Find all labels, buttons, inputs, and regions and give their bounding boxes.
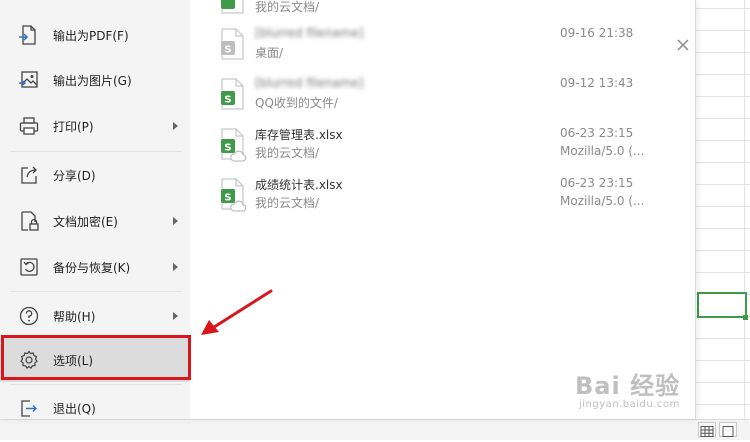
recent-file-row[interactable]: S [blurred filename] QQ收到的文件/ 09-12 13:4…: [213, 74, 673, 118]
menu-item-backup-restore[interactable]: 备份与恢复(K): [0, 245, 190, 289]
recent-file-row[interactable]: S 成绩统计表.xlsx 我的云文档/ 06-23 23:15 Mozilla/…: [213, 174, 673, 218]
svg-text:S: S: [224, 45, 231, 56]
recent-file-path: 我的云文档/: [255, 196, 320, 210]
menu-item-label: 帮助(H): [53, 309, 96, 324]
backup-restore-icon: [20, 258, 38, 276]
normal-view-button[interactable]: [698, 422, 716, 437]
menu-item-export-image[interactable]: 输出为图片(G): [0, 58, 190, 102]
watermark-text: Bai 经验: [575, 372, 681, 400]
menu-item-label: 备份与恢复(K): [53, 260, 131, 275]
annotation-arrow-icon: [201, 289, 273, 335]
spreadsheet-file-icon: S: [221, 78, 244, 110]
recent-file-path: 桌面/: [255, 46, 284, 60]
fill-handle[interactable]: [743, 315, 748, 320]
menu-item-options[interactable]: 选项(L): [0, 338, 190, 382]
spreadsheet-file-icon-gray: S: [221, 28, 244, 60]
recent-file-path: 我的云文档/: [255, 146, 320, 160]
menu-item-label: 分享(D): [53, 168, 96, 183]
spreadsheet-grid[interactable]: [695, 0, 750, 420]
recent-file-time: 09-12 13:43: [560, 76, 634, 90]
recent-file-name: [blurred filename]: [255, 26, 364, 40]
close-icon[interactable]: [676, 38, 690, 52]
page-layout-view-button[interactable]: [719, 422, 737, 437]
menu-item-label: 文档加密(E): [53, 214, 118, 229]
exit-icon: [21, 400, 38, 417]
recent-file-path: QQ收到的文件/: [255, 96, 338, 110]
menu-item-label: 打印(P): [53, 119, 94, 134]
submenu-arrow-icon: [173, 217, 178, 225]
printer-icon: [19, 117, 39, 135]
menu-item-label: 输出为图片(G): [53, 73, 132, 88]
file-menu-sidebar: 输出为PDF(F) 输出为图片(G) 打印(P) 分享(D) 文档加密(E) 备…: [0, 0, 190, 419]
page-view-icon: [722, 426, 734, 437]
export-pdf-icon: [19, 25, 36, 45]
share-icon: [21, 166, 37, 184]
menu-item-print[interactable]: 打印(P): [0, 104, 190, 148]
lock-document-icon: [21, 211, 39, 231]
svg-text:S: S: [224, 193, 231, 204]
cloud-spreadsheet-file-icon: S: [221, 128, 247, 162]
menu-divider: [10, 291, 182, 292]
submenu-arrow-icon: [173, 312, 178, 320]
recent-file-row[interactable]: S 库存管理表.xlsx 我的云文档/ 06-23 23:15 Mozilla/…: [213, 124, 673, 168]
recent-file-source: Mozilla/5.0 (...: [560, 144, 645, 158]
help-icon: [19, 306, 39, 326]
recent-file-name: 库存管理表.xlsx: [255, 128, 343, 142]
cloud-spreadsheet-file-icon: S: [221, 178, 247, 212]
menu-item-encrypt[interactable]: 文档加密(E): [0, 199, 190, 243]
baidu-watermark-logo: Bai 经验 jingyan.baidu.com: [575, 366, 725, 414]
menu-item-label: 选项(L): [53, 353, 94, 368]
recent-file-time: 06-23 23:15: [560, 126, 634, 140]
recent-file-path: 我的云文档/: [255, 0, 320, 14]
spreadsheet-file-icon: [221, 0, 244, 14]
menu-item-label: 输出为PDF(F): [53, 28, 129, 43]
svg-text:S: S: [224, 95, 231, 106]
recent-file-time: 09-16 21:38: [560, 26, 634, 40]
watermark-url: jingyan.baidu.com: [579, 399, 680, 410]
menu-item-export-pdf[interactable]: 输出为PDF(F): [0, 13, 190, 57]
selected-cell[interactable]: [697, 292, 747, 318]
image-icon: [19, 71, 38, 88]
file-menu-panel: 输出为PDF(F) 输出为图片(G) 打印(P) 分享(D) 文档加密(E) 备…: [0, 0, 696, 419]
recent-file-name: [blurred filename]: [255, 76, 364, 90]
submenu-arrow-icon: [173, 122, 178, 130]
menu-item-exit[interactable]: 退出(Q): [0, 386, 190, 430]
menu-divider: [10, 384, 182, 385]
svg-text:S: S: [224, 143, 231, 154]
menu-item-label: 退出(Q): [53, 401, 96, 416]
recent-file-row[interactable]: 我的云文档/: [213, 0, 673, 22]
recent-file-row[interactable]: S [blurred filename] 桌面/ 09-16 21:38: [213, 24, 673, 68]
menu-item-share[interactable]: 分享(D): [0, 153, 190, 197]
recent-file-time: 06-23 23:15: [560, 176, 634, 190]
menu-divider: [10, 151, 182, 152]
submenu-arrow-icon: [173, 263, 178, 271]
grid-view-icon: [700, 426, 714, 437]
recent-file-source: Mozilla/5.0 (...: [560, 194, 645, 208]
menu-item-help[interactable]: 帮助(H): [0, 294, 190, 338]
gear-icon: [20, 350, 38, 369]
recent-file-name: 成绩统计表.xlsx: [255, 178, 343, 192]
